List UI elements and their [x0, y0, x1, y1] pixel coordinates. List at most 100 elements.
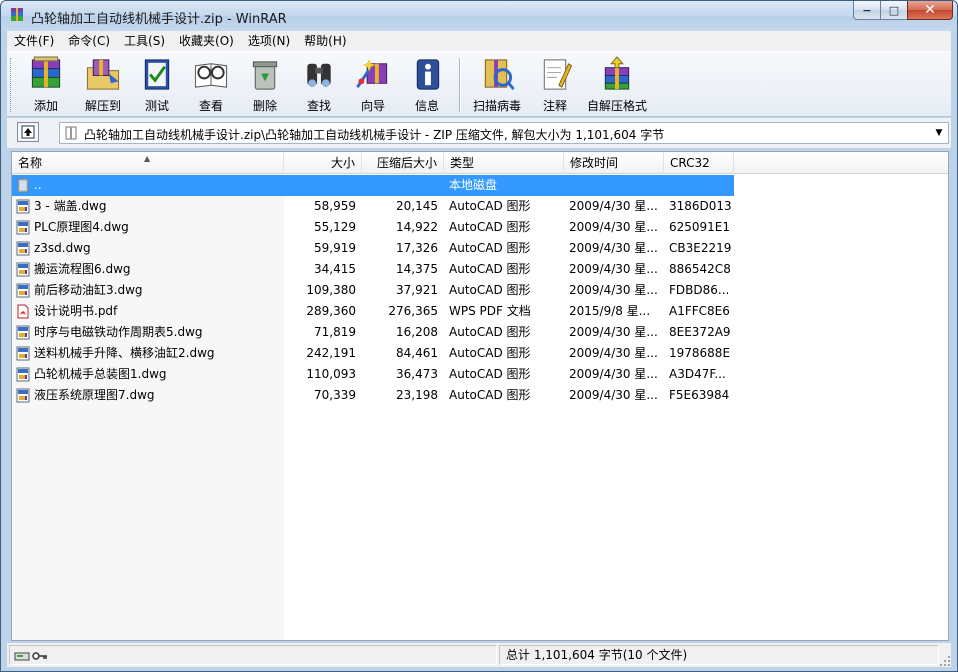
file-crc	[669, 175, 731, 196]
drive-icon[interactable]	[14, 650, 30, 662]
file-row[interactable]: z3sd.dwg 59,919 17,326 AutoCAD 图形 2009/4/30 …	[12, 238, 734, 259]
file-name: 送料机械手升降、横移油缸2.dwg	[34, 346, 215, 360]
address-path: 凸轮轴加工自动线机械手设计.zip\凸轮轴加工自动线机械手设计 - ZIP 压缩…	[84, 128, 665, 142]
file-row[interactable]: PLC原理图4.dwg 55,129 14,922 AutoCAD 图形 2009/4/…	[12, 217, 734, 238]
column-name[interactable]: 名称 ▲	[12, 152, 284, 174]
column-packed[interactable]: 压缩后大小	[362, 152, 444, 174]
find-button[interactable]: 查找	[295, 56, 343, 114]
file-size: 58,959	[314, 199, 356, 213]
dwg-file-icon	[16, 262, 30, 277]
comment-button[interactable]: 注释	[533, 56, 577, 114]
file-name: 搬运流程图6.dwg	[34, 262, 131, 276]
sfx-label: 自解压格式	[586, 99, 647, 113]
close-button[interactable]: ✕	[907, 1, 953, 20]
file-row[interactable]: 液压系统原理图7.dwg 70,339 23,198 AutoCAD 图形 2009/4…	[12, 385, 734, 406]
key-icon[interactable]	[32, 650, 48, 662]
menu-tools[interactable]: 工具(S)	[117, 31, 172, 51]
add-button[interactable]: 添加	[21, 56, 71, 114]
info-button[interactable]: 信息	[403, 56, 451, 114]
view-button[interactable]: 查看	[187, 56, 235, 114]
file-type: AutoCAD 图形	[449, 367, 531, 381]
file-type: AutoCAD 图形	[449, 220, 531, 234]
file-modified: 2009/4/30 星...	[569, 388, 658, 402]
up-one-level-button[interactable]	[17, 122, 39, 142]
file-modified: 2009/4/30 星...	[569, 199, 658, 213]
column-crc[interactable]: CRC32	[664, 152, 734, 174]
comment-icon	[543, 59, 573, 90]
file-modified: 2009/4/30 星...	[569, 283, 658, 297]
parent-folder-row[interactable]: .. 本地磁盘	[12, 175, 734, 196]
wizard-label: 向导	[360, 99, 385, 113]
file-row[interactable]: 搬运流程图6.dwg 34,415 14,375 AutoCAD 图形 2009/4/3…	[12, 259, 734, 280]
file-crc: A3D47F...	[669, 367, 726, 381]
folder-up-icon	[16, 178, 30, 193]
file-packed: 17,326	[396, 241, 438, 255]
file-crc: A1FFC8E6	[669, 304, 730, 318]
maximize-button[interactable]: □	[880, 1, 907, 20]
column-size[interactable]: 大小	[284, 152, 362, 174]
file-name: ..	[34, 178, 42, 192]
file-row[interactable]: 3 - 端盖.dwg 58,959 20,145 AutoCAD 图形 2009/4/3…	[12, 196, 734, 217]
delete-button[interactable]: 删除	[241, 56, 289, 114]
file-row[interactable]: 设计说明书.pdf 289,360 276,365 WPS PDF 文档 2015/9/…	[12, 301, 734, 322]
toolbar-grip[interactable]	[10, 58, 14, 112]
file-row[interactable]: 凸轮机械手总装图1.dwg 110,093 36,473 AutoCAD 图形 2009…	[12, 364, 734, 385]
file-name: 时序与电磁铁动作周期表5.dwg	[34, 325, 203, 339]
extract-to-button[interactable]: 解压到	[75, 56, 131, 114]
pdf-file-icon	[16, 304, 30, 319]
file-modified: 2009/4/30 星...	[569, 346, 658, 360]
address-field[interactable]: 凸轮轴加工自动线机械手设计.zip\凸轮轴加工自动线机械手设计 - ZIP 压缩…	[59, 122, 949, 144]
sfx-button[interactable]: 自解压格式	[581, 56, 653, 114]
column-type[interactable]: 类型	[444, 152, 564, 174]
add-label: 添加	[33, 99, 58, 113]
menu-commands[interactable]: 命令(C)	[61, 31, 117, 51]
file-list[interactable]: 名称 ▲ 大小 压缩后大小 类型 修改时间 CRC32 .. 本地磁盘 3 - 端盖…	[11, 151, 949, 641]
test-label: 测试	[144, 99, 169, 113]
file-row[interactable]: 时序与电磁铁动作周期表5.dwg 71,819 16,208 AutoCAD 图形 20…	[12, 322, 734, 343]
file-row[interactable]: 前后移动油缸3.dwg 109,380 37,921 AutoCAD 图形 2009/4…	[12, 280, 734, 301]
file-size: 34,415	[314, 262, 356, 276]
file-packed: 36,473	[396, 367, 438, 381]
status-summary: 总计 1,101,604 字节(10 个文件)	[499, 645, 939, 665]
file-name: PLC原理图4.dwg	[34, 220, 129, 234]
dwg-file-icon	[16, 283, 30, 298]
extract-icon	[86, 59, 120, 90]
find-icon	[307, 63, 331, 88]
menu-bar: 文件(F) 命令(C) 工具(S) 收藏夹(O) 选项(N) 帮助(H)	[7, 31, 951, 51]
title-bar[interactable]: 凸轮轴加工自动线机械手设计.zip - WinRAR − □ ✕	[1, 1, 957, 31]
file-crc: 3186D013	[669, 199, 731, 213]
wizard-button[interactable]: 向导	[349, 56, 397, 114]
menu-options[interactable]: 选项(N)	[241, 31, 297, 51]
dwg-file-icon	[16, 199, 30, 214]
file-packed: 14,922	[396, 220, 438, 234]
menu-favorites[interactable]: 收藏夹(O)	[172, 31, 241, 51]
extract-to-label: 解压到	[84, 99, 121, 113]
file-name: 设计说明书.pdf	[34, 304, 118, 318]
file-row[interactable]: 送料机械手升降、横移油缸2.dwg 242,191 84,461 AutoCAD 图形…	[12, 343, 734, 364]
file-packed: 37,921	[396, 283, 438, 297]
file-name: 前后移动油缸3.dwg	[34, 283, 143, 297]
view-label: 查看	[198, 99, 223, 113]
find-label: 查找	[306, 99, 331, 113]
virus-scan-button[interactable]: 扫描病毒	[467, 56, 527, 114]
file-name: 凸轮机械手总装图1.dwg	[34, 367, 167, 381]
menu-file[interactable]: 文件(F)	[7, 31, 61, 51]
toolbar-separator	[459, 58, 461, 112]
menu-help[interactable]: 帮助(H)	[297, 31, 353, 51]
file-size	[284, 175, 356, 196]
file-crc: 886542C8	[669, 262, 731, 276]
test-button[interactable]: 测试	[133, 56, 181, 114]
chevron-down-icon[interactable]: ▼	[932, 125, 946, 141]
minimize-button[interactable]: −	[853, 1, 880, 20]
file-crc: F5E63984	[669, 388, 730, 402]
delete-icon	[252, 61, 278, 90]
file-size: 109,380	[306, 283, 356, 297]
resize-grip-icon[interactable]	[939, 655, 951, 667]
test-icon	[144, 59, 170, 90]
file-crc: 625091E1	[669, 220, 731, 234]
dwg-file-icon	[16, 346, 30, 361]
column-modified[interactable]: 修改时间	[564, 152, 664, 174]
file-size: 59,919	[314, 241, 356, 255]
info-label: 信息	[414, 99, 439, 113]
archive-icon	[65, 126, 77, 140]
